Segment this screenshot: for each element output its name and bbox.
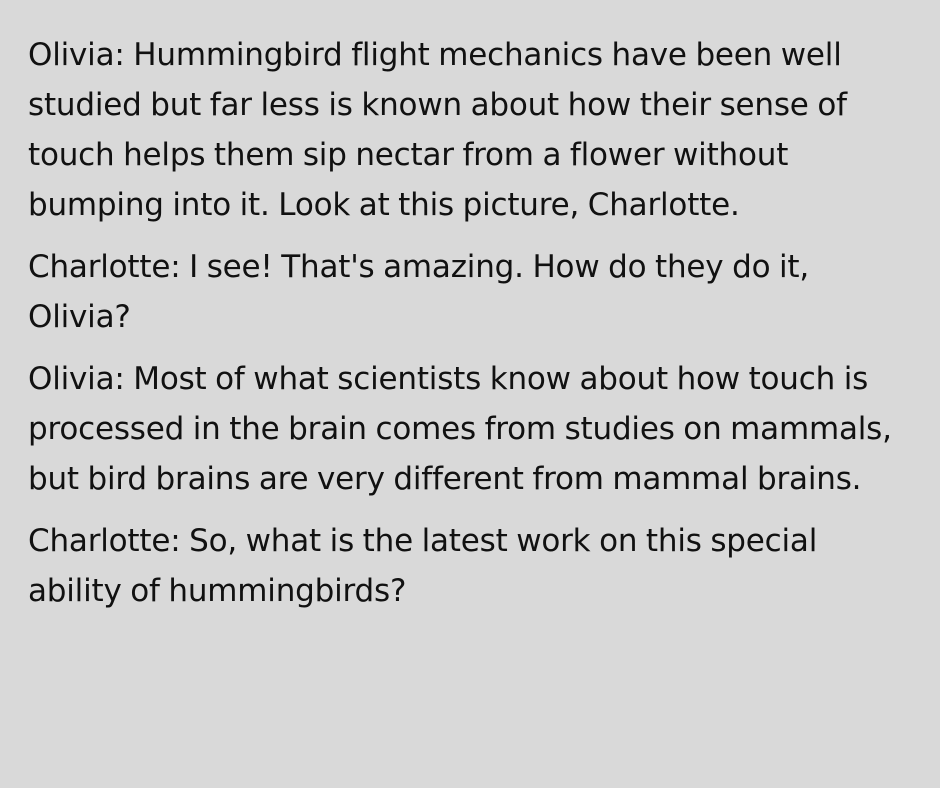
dialogue-line-charlotte-1: Charlotte: I see! That's amazing. How do… bbox=[28, 249, 810, 335]
dialogue-line-olivia-2: Olivia: Most of what scientists know abo… bbox=[28, 361, 892, 497]
dialogue-line-charlotte-2: Charlotte: So, what is the latest work o… bbox=[28, 523, 818, 609]
dialogue-page: Olivia: Hummingbird flight mechanics hav… bbox=[0, 0, 940, 788]
dialogue-line-olivia-1: Olivia: Hummingbird flight mechanics hav… bbox=[28, 37, 847, 223]
